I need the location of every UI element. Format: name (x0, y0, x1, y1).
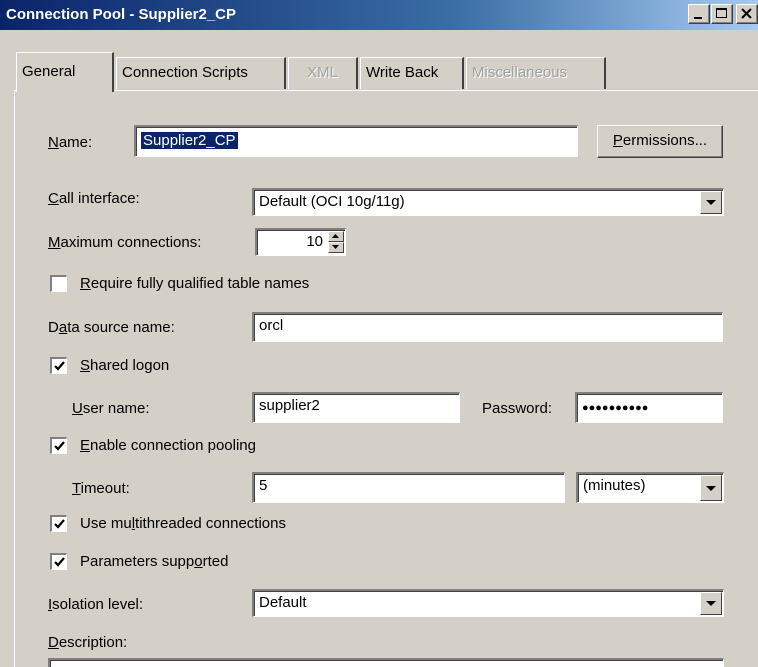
user-name-label: User name: (72, 400, 150, 417)
tab-xml: XML (288, 57, 358, 89)
checkmark-icon (54, 557, 65, 567)
data-source-label: Data source name: (48, 319, 175, 336)
maximize-button[interactable] (711, 4, 733, 24)
require-qualified-checkbox[interactable] (50, 275, 67, 292)
permissions-button[interactable]: Permissions... (597, 125, 723, 158)
enable-pooling-checkbox[interactable] (50, 437, 67, 454)
call-interface-select[interactable]: Default (OCI 10g/11g) (252, 188, 724, 216)
tab-connection-scripts-label: Connection Scripts (122, 64, 248, 81)
chevron-down-icon (706, 486, 716, 491)
timeout-value: 5 (259, 477, 268, 494)
tab-write-back[interactable]: Write Back (360, 57, 464, 89)
timeout-input[interactable]: 5 (252, 472, 565, 503)
max-connections-value: 10 (306, 233, 323, 250)
timeout-unit-select[interactable]: (minutes) (576, 472, 724, 503)
spinner-down-button[interactable] (328, 242, 344, 253)
name-value: Supplier2_CP (141, 132, 238, 149)
multithreaded-label[interactable]: Use multithreaded connections (80, 515, 286, 532)
tab-connection-scripts[interactable]: Connection Scripts (116, 57, 286, 89)
checkmark-icon (54, 519, 65, 529)
tab-miscellaneous-label: Miscellaneous (472, 64, 568, 81)
checkmark-icon (54, 361, 65, 371)
isolation-level-value: Default (259, 594, 307, 611)
password-label: Password: (482, 400, 553, 417)
max-connections-label: Maximum connections: (48, 234, 202, 251)
name-label: Name: (48, 134, 93, 151)
password-input[interactable]: ●●●●●●●●●● (575, 392, 723, 423)
minimize-button[interactable] (688, 4, 710, 24)
tab-write-back-label: Write Back (366, 64, 439, 81)
description-label: Description: (48, 634, 128, 651)
shared-logon-label[interactable]: Shared logon (80, 357, 169, 374)
title-bar[interactable]: Connection Pool - Supplier2_CP (0, 0, 758, 30)
user-name-input[interactable]: supplier2 (252, 392, 460, 423)
maximize-icon (716, 8, 727, 18)
tab-xml-label: XML (307, 64, 338, 81)
tab-miscellaneous: Miscellaneous (466, 57, 606, 89)
enable-pooling-label[interactable]: Enable connection pooling (80, 437, 256, 454)
user-name-value: supplier2 (259, 397, 320, 414)
spinner-up-button[interactable] (328, 231, 344, 242)
isolation-level-label: Isolation level: (48, 596, 144, 613)
tab-general[interactable]: General (16, 52, 114, 92)
tab-general-label: General (22, 63, 76, 80)
minimize-icon (694, 17, 702, 19)
timeout-unit-value: (minutes) (583, 477, 646, 494)
general-tab-panel (14, 90, 758, 667)
data-source-input[interactable]: orcl (252, 312, 723, 342)
window-title: Connection Pool - Supplier2_CP (6, 6, 237, 23)
call-interface-label: Call interface: (48, 190, 140, 207)
chevron-down-icon (332, 245, 339, 249)
close-icon (741, 8, 752, 19)
shared-logon-checkbox[interactable] (50, 357, 67, 374)
call-interface-value: Default (OCI 10g/11g) (259, 193, 405, 210)
name-input[interactable]: Supplier2_CP (134, 125, 578, 157)
close-button[interactable] (736, 4, 758, 24)
spinner-buttons[interactable] (328, 231, 344, 253)
timeout-label: Timeout: (72, 480, 130, 497)
max-connections-spinner[interactable]: 10 (255, 228, 346, 256)
isolation-level-dropdown-button[interactable] (700, 592, 722, 615)
permissions-button-label: Permissions... (612, 132, 708, 149)
chevron-down-icon (706, 601, 716, 606)
multithreaded-checkbox[interactable] (50, 515, 67, 532)
description-textarea[interactable] (48, 658, 724, 667)
parameters-supported-label[interactable]: Parameters supported (80, 553, 228, 570)
checkmark-icon (54, 441, 65, 451)
require-qualified-label[interactable]: Require fully qualified table names (80, 275, 309, 292)
chevron-up-icon (332, 234, 339, 238)
call-interface-dropdown-button[interactable] (700, 191, 722, 214)
connection-pool-dialog: Connection Pool - Supplier2_CP General C… (0, 0, 758, 667)
isolation-level-select[interactable]: Default (252, 589, 724, 617)
parameters-supported-checkbox[interactable] (50, 553, 67, 570)
data-source-value: orcl (259, 317, 284, 334)
timeout-unit-dropdown-button[interactable] (700, 475, 722, 501)
chevron-down-icon (706, 200, 716, 205)
password-value: ●●●●●●●●●● (582, 402, 649, 414)
